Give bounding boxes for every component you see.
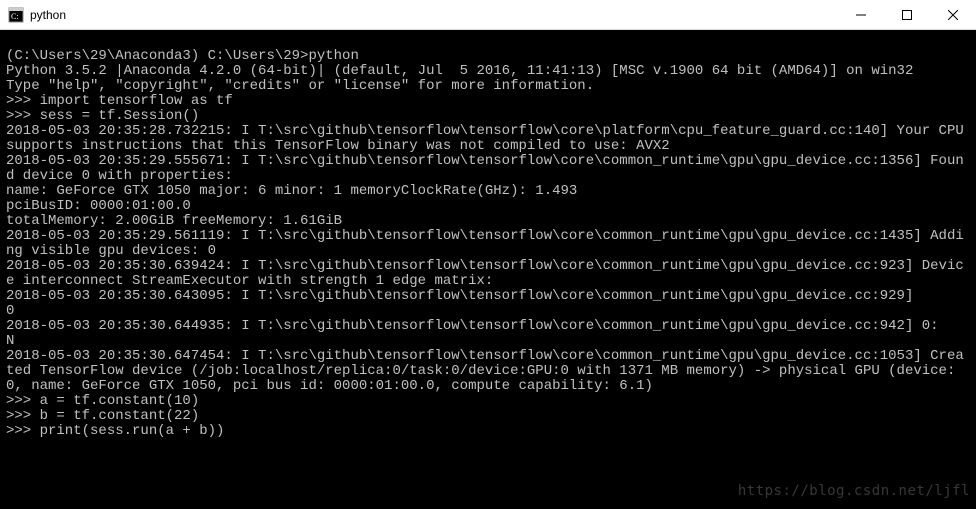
window-controls [838,0,976,29]
window-titlebar: C: python [0,0,976,30]
svg-text:C:: C: [11,12,19,21]
minimize-button[interactable] [838,0,884,30]
window-title: python [30,8,838,22]
maximize-button[interactable] [884,0,930,30]
app-icon: C: [8,7,24,23]
close-button[interactable] [930,0,976,30]
terminal-area[interactable]: (C:\Users\29\Anaconda3) C:\Users\29>pyth… [0,30,976,509]
terminal-output: (C:\Users\29\Anaconda3) C:\Users\29>pyth… [6,48,972,439]
watermark-text: https://blog.csdn.net/ljfl [738,484,970,499]
